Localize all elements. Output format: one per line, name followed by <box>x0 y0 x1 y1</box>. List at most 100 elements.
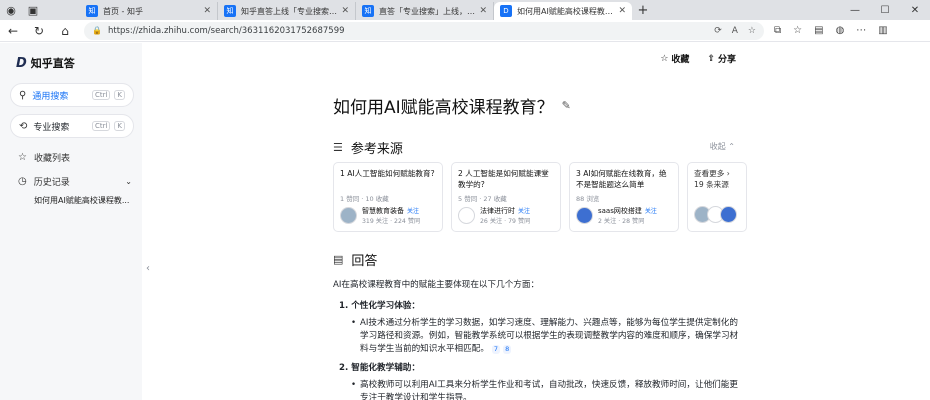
shortcut-key: K <box>114 121 125 131</box>
tab-title: 首页 - 知乎 <box>103 6 143 16</box>
star-icon: ☆ <box>660 53 669 64</box>
url-text: https://zhida.zhihu.com/search/363116203… <box>107 25 345 36</box>
reference-cards: 1 AI人工智能如何赋能教育? 1 赞同 · 10 收藏 智慧教育装备 关注 31… <box>333 162 747 232</box>
references-heading: ☰ 参考来源 <box>333 138 403 157</box>
tab-title: 如何用AI赋能高校课程教育？ - 知 <box>517 6 615 16</box>
general-search-button[interactable]: ⚲ 通用搜索 Ctrl K <box>10 83 134 107</box>
answer-heading: ▤ 回答 <box>333 250 377 269</box>
collect-button[interactable]: ☆ 收藏 <box>660 52 689 66</box>
logo[interactable]: D 知乎直答 <box>16 55 75 71</box>
avatar[interactable] <box>576 207 593 224</box>
sidebar-item-history[interactable]: ◷ 历史记录 ⌄ <box>18 175 132 188</box>
close-tab-icon[interactable]: ✕ <box>203 6 211 16</box>
back-icon[interactable]: ← <box>0 20 26 42</box>
pro-search-button[interactable]: ⟲ 专业搜索 Ctrl K <box>10 114 134 138</box>
sidebar-collapse-icon[interactable]: ‹ <box>146 263 150 274</box>
extensions-icon[interactable]: ⧉ <box>774 25 781 36</box>
author-name-text: saas网校搭建 <box>598 207 642 215</box>
share-icon: ⇪ <box>707 53 715 64</box>
tab-actions-icon[interactable]: ▣ <box>22 0 44 20</box>
reference-author: 法律进行时 关注 26 关注 · 79 赞同 <box>458 206 530 225</box>
document-icon: ▤ <box>333 253 344 266</box>
reference-meta: 88 浏览 <box>576 195 600 203</box>
tab-zhihu-home[interactable]: 知 首页 - 知乎 ✕ <box>80 2 218 20</box>
more-sources-text: 查看更多 › 19 条来源 <box>694 168 740 192</box>
author-stats: 26 关注 · 79 赞同 <box>480 218 531 225</box>
close-tab-icon[interactable]: ✕ <box>618 6 626 16</box>
translate-icon[interactable]: ⟳ <box>714 26 722 36</box>
history-item[interactable]: 如何用AI赋能高校课程教... <box>34 195 134 206</box>
avatar[interactable] <box>458 207 475 224</box>
zhida-favicon-icon: D <box>500 5 512 17</box>
maximize-icon[interactable]: ☐ <box>870 0 900 20</box>
tab-title: 直答「专业搜索」上线，遍你的AI <box>379 6 475 16</box>
author-name[interactable]: 法律进行时 关注 <box>480 206 530 216</box>
sidebar-item-label: 收藏列表 <box>33 154 70 164</box>
reference-card[interactable]: 3 AI如何赋能在线教育，绝不是智能题这么简单 88 浏览 saas网校搭建 关注… <box>569 162 679 232</box>
star-icon: ☆ <box>18 152 27 163</box>
author-name[interactable]: saas网校搭建 关注 <box>598 206 657 216</box>
home-icon[interactable]: ⌂ <box>52 20 78 42</box>
collapse-references-button[interactable]: 收起 ⌃ <box>710 141 735 152</box>
tab-current[interactable]: D 如何用AI赋能高校课程教育？ - 知 ✕ <box>494 2 632 20</box>
shortcut-hint: Ctrl K <box>91 90 125 100</box>
header-actions: ☆ 收藏 ⇪ 分享 <box>660 52 736 66</box>
extension-bar: ⧉ ☆ ▤ ◍ ⋯ ▥ <box>774 25 888 36</box>
reference-author: saas网校搭建 关注 2 关注 · 28 赞同 <box>576 206 657 225</box>
shortcut-hint: Ctrl K <box>91 121 125 131</box>
chevron-down-icon[interactable]: ⌄ <box>125 177 132 186</box>
citation-badge[interactable]: 7 <box>491 345 501 354</box>
references-heading-text: 参考来源 <box>350 142 403 157</box>
profile-sync-icon[interactable]: ◍ <box>836 25 845 36</box>
zhihu-favicon-icon: 知 <box>224 5 236 17</box>
avatar[interactable] <box>340 207 357 224</box>
answer-heading-text: 回答 <box>351 254 378 269</box>
favorite-star-icon[interactable]: ☆ <box>748 26 756 36</box>
sidebar: D 知乎直答 ⚲ 通用搜索 Ctrl K ⟲ 专业搜索 Ctrl K ☆ 收藏列… <box>0 43 142 400</box>
reference-card[interactable]: 1 AI人工智能如何赋能教育? 1 赞同 · 10 收藏 智慧教育装备 关注 31… <box>333 162 443 232</box>
close-tab-icon[interactable]: ✕ <box>479 6 487 16</box>
window-controls: — ☐ ✕ <box>840 0 930 20</box>
answer-bullet: 高校教师可以利用AI工具来分析学生作业和考试，自动批改，快速反馈，释放教师时间，… <box>351 379 743 400</box>
tab-zhida-pro[interactable]: 知 直答「专业搜索」上线，遍你的AI ✕ <box>356 2 494 20</box>
sidebar-item-favorites[interactable]: ☆ 收藏列表 <box>18 151 132 164</box>
pro-search-label: 专业搜索 <box>33 122 70 133</box>
answer-intro: AI在高校课程教育中的赋能主要体现在以下几个方面： <box>333 280 540 290</box>
author-name[interactable]: 智慧教育装备 关注 <box>362 206 420 216</box>
browser-tab-strip: ◉ ▣ 知 首页 - 知乎 ✕ 知 知乎直答上线「专业搜索」功能 ✕ 知 直答「… <box>0 0 930 20</box>
sidebar-toggle-icon[interactable]: ▥ <box>878 25 887 36</box>
share-label: 分享 <box>717 55 736 65</box>
sidebar-item-label: 历史记录 <box>33 178 70 188</box>
share-button[interactable]: ⇪ 分享 <box>707 52 736 66</box>
collapse-label: 收起 <box>709 142 726 151</box>
more-icon[interactable]: ⋯ <box>856 25 866 36</box>
answer-bullet-text: AI技术通过分析学生的学习数据，如学习速度、理解能力、兴趣点等，能够为每位学生提… <box>360 318 739 354</box>
tab-list: 知 首页 - 知乎 ✕ 知 知乎直答上线「专业搜索」功能 ✕ 知 直答「专业搜索… <box>80 0 654 20</box>
close-tab-icon[interactable]: ✕ <box>341 6 349 16</box>
follow-badge[interactable]: 关注 <box>518 208 530 215</box>
close-window-icon[interactable]: ✕ <box>900 0 930 20</box>
new-tab-button[interactable]: + <box>632 0 654 20</box>
reference-card[interactable]: 2 人工智能是如何赋能课堂教学的? 5 赞同 · 27 收藏 法律进行时 关注 2… <box>451 162 561 232</box>
answer-point-title: 1. 个性化学习体验： <box>339 301 420 311</box>
tab-zhida-launch[interactable]: 知 知乎直答上线「专业搜索」功能 ✕ <box>218 2 356 20</box>
citation-badge[interactable]: 8 <box>503 345 512 354</box>
answer-body: AI在高校课程教育中的赋能主要体现在以下几个方面： 1. 个性化学习体验： AI… <box>333 279 743 400</box>
collections-icon[interactable]: ▤ <box>814 25 823 36</box>
read-aloud-icon[interactable]: A <box>732 26 738 36</box>
edit-icon[interactable]: ✎ <box>562 99 571 112</box>
reference-title: 3 AI如何赋能在线教育，绝不是智能题这么简单 <box>576 169 667 189</box>
reference-meta: 5 赞同 · 27 收藏 <box>458 195 507 203</box>
favorites-icon[interactable]: ☆ <box>793 25 802 36</box>
reload-icon[interactable]: ↻ <box>26 20 52 42</box>
more-sources-card[interactable]: 查看更多 › 19 条来源 <box>687 162 747 232</box>
url-field[interactable]: 🔒 https://zhida.zhihu.com/search/3631162… <box>84 21 764 40</box>
follow-badge[interactable]: 关注 <box>407 208 419 215</box>
general-search-label: 通用搜索 <box>32 91 69 102</box>
author-name-text: 法律进行时 <box>480 207 515 215</box>
minimize-icon[interactable]: — <box>840 0 870 20</box>
lock-icon[interactable]: 🔒 <box>92 26 102 35</box>
profile-icon[interactable]: ◉ <box>0 0 22 20</box>
sources-count: 19 条来源 <box>694 180 729 189</box>
follow-badge[interactable]: 关注 <box>645 208 657 215</box>
